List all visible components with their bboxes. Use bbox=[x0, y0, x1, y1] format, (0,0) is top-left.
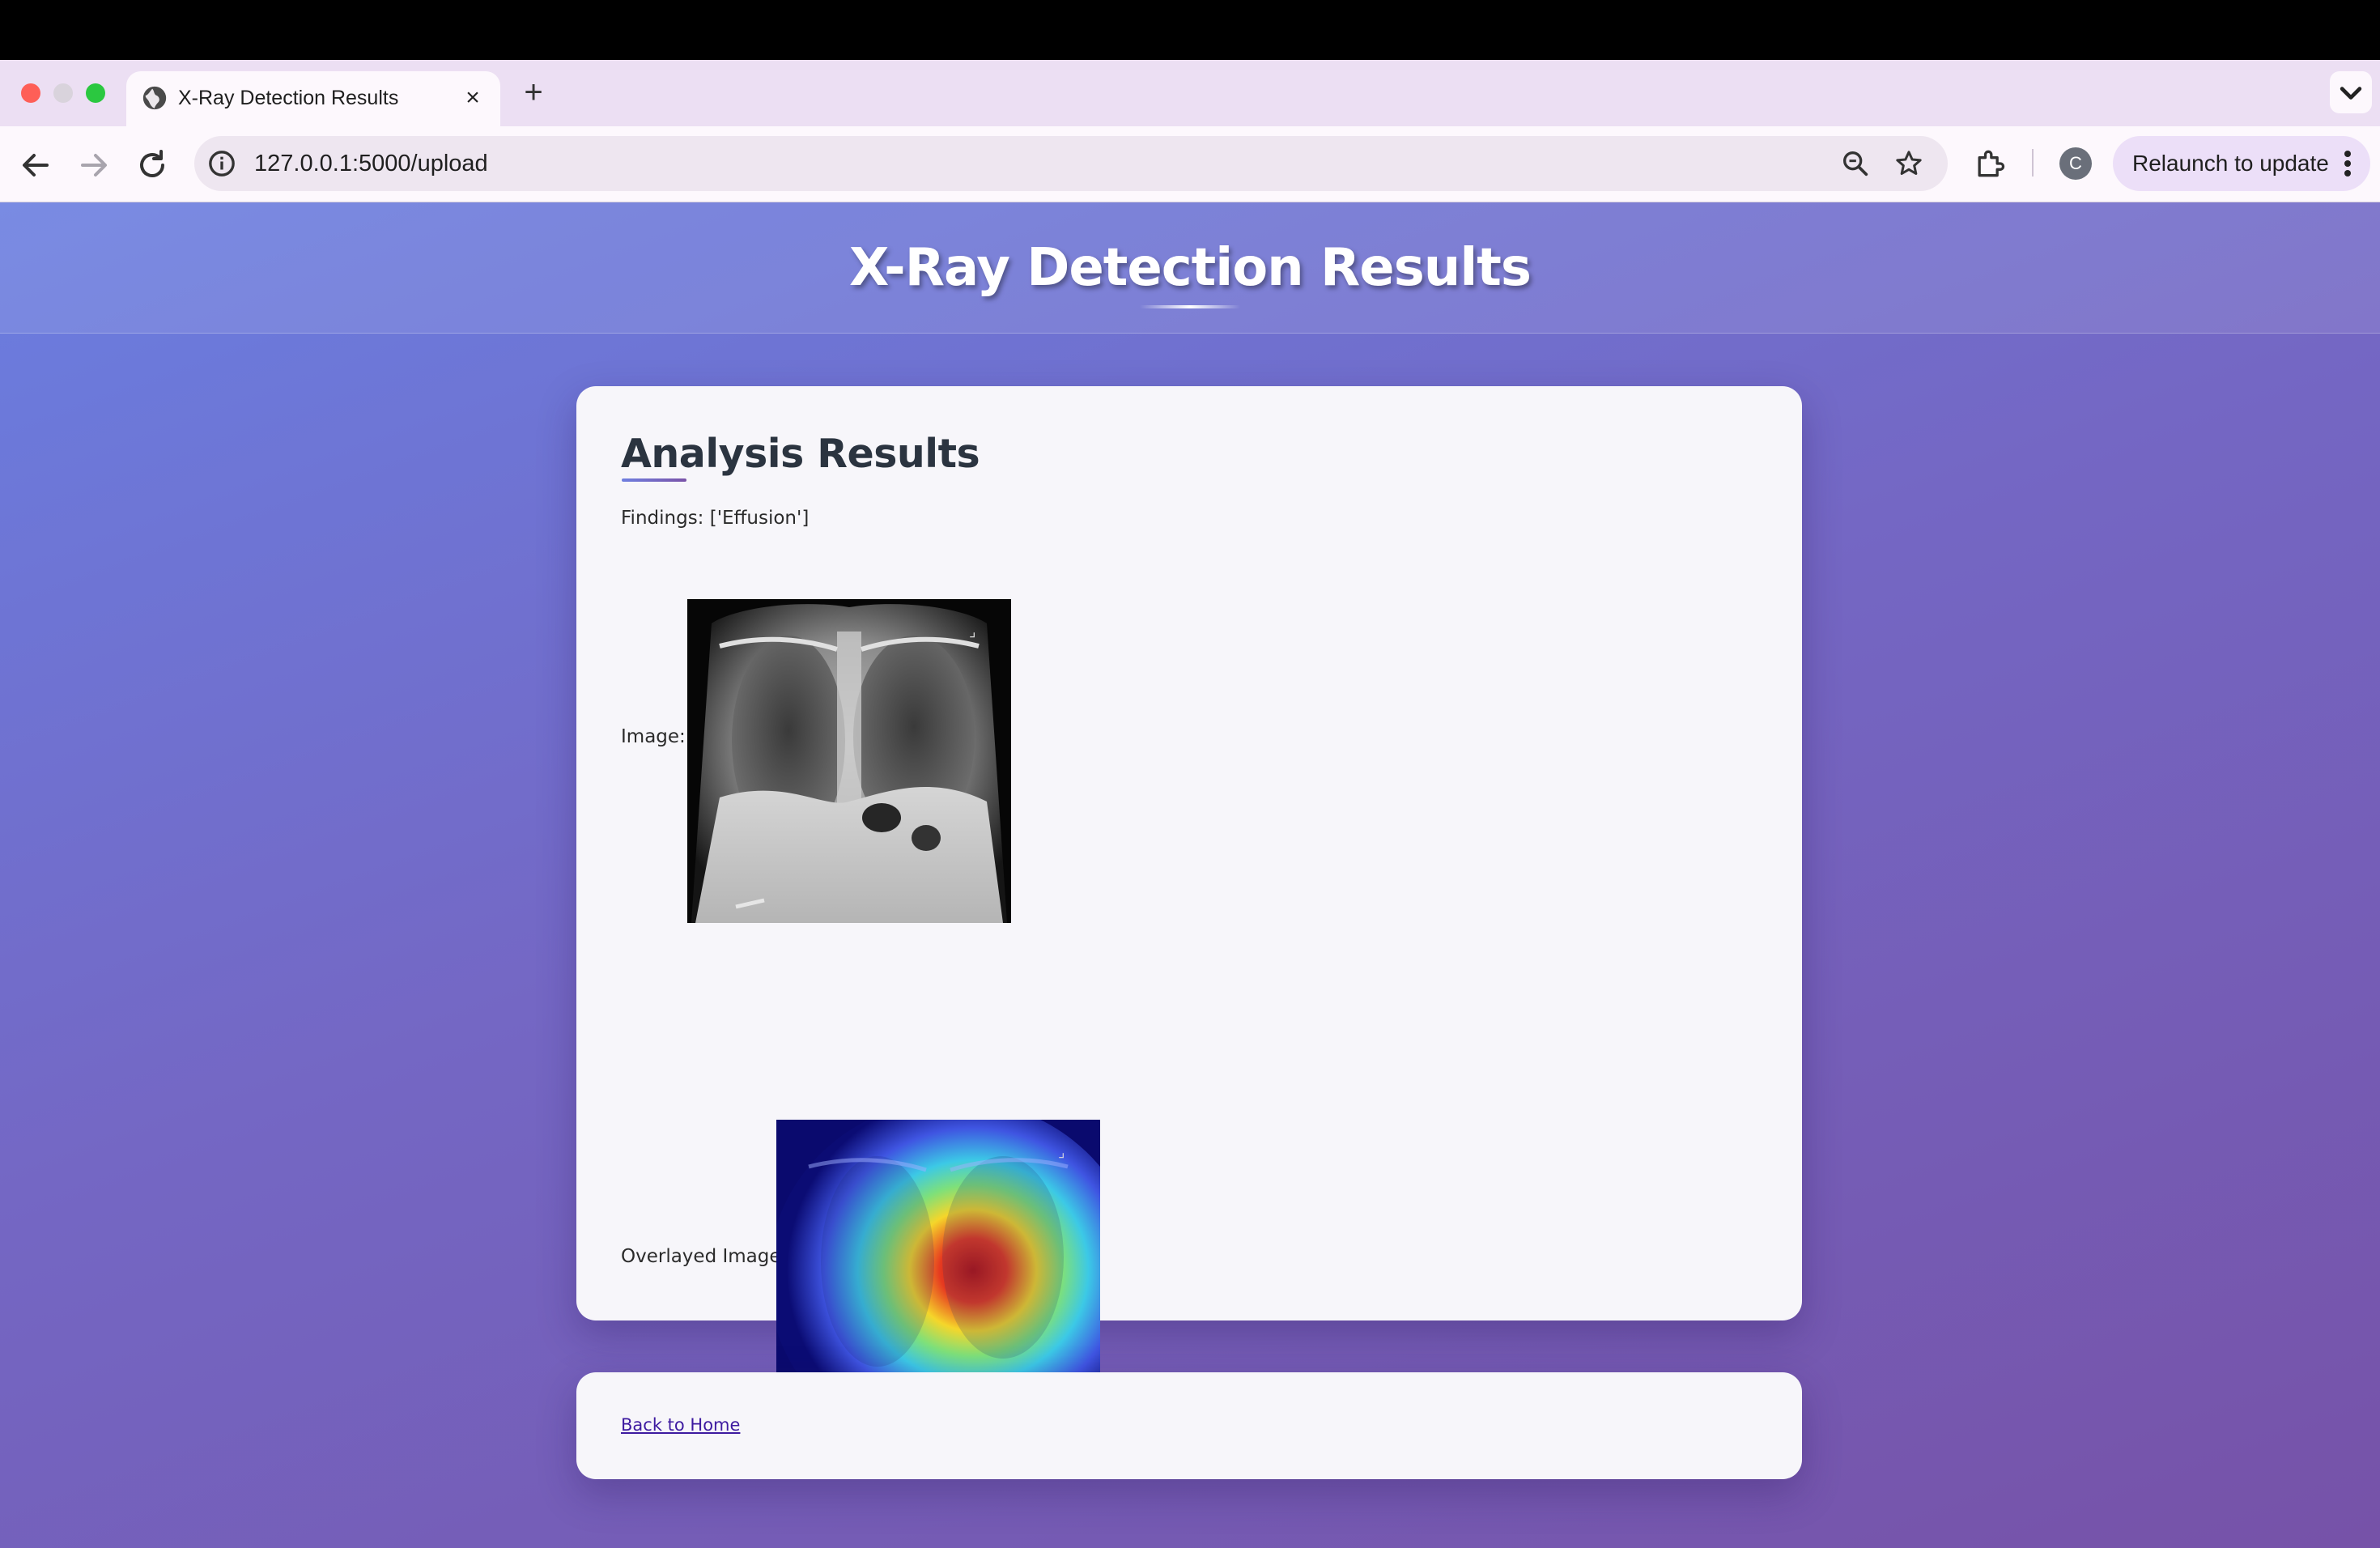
star-icon[interactable] bbox=[1893, 147, 1925, 180]
forward-arrow-icon[interactable] bbox=[74, 146, 113, 185]
url-text[interactable]: 127.0.0.1:5000/upload bbox=[254, 146, 488, 181]
avatar[interactable]: C bbox=[2059, 147, 2092, 180]
globe-icon bbox=[142, 86, 167, 110]
tab-title: X-Ray Detection Results bbox=[178, 87, 399, 109]
results-card: Analysis Results Findings: ['Effusion'] … bbox=[576, 386, 1802, 1444]
title-underline bbox=[1140, 305, 1240, 308]
xray-image: ⌟ bbox=[687, 599, 1011, 923]
results-heading: Analysis Results bbox=[621, 431, 980, 477]
svg-text:⌟: ⌟ bbox=[969, 623, 975, 640]
close-icon[interactable]: × bbox=[458, 83, 487, 113]
page-viewport: X-Ray Detection Results Analysis Results… bbox=[0, 202, 2380, 1548]
chevron-down-icon bbox=[2340, 87, 2362, 100]
toolbar-separator bbox=[2032, 149, 2034, 176]
plus-icon[interactable]: + bbox=[516, 76, 550, 110]
extensions-icon[interactable] bbox=[1972, 146, 2008, 181]
svg-text:⌟: ⌟ bbox=[1058, 1144, 1065, 1161]
address-bar[interactable]: 127.0.0.1:5000/upload bbox=[194, 136, 1948, 191]
heading-underline bbox=[622, 478, 686, 482]
zoom-icon[interactable] bbox=[1839, 147, 1872, 180]
more-vert-icon[interactable] bbox=[2340, 147, 2356, 180]
back-arrow-icon[interactable] bbox=[16, 146, 55, 185]
site-header: X-Ray Detection Results bbox=[0, 202, 2380, 334]
findings-text: Findings: ['Effusion'] bbox=[621, 508, 810, 529]
window-close-button[interactable] bbox=[21, 83, 40, 103]
page-title: X-Ray Detection Results bbox=[849, 238, 1532, 298]
tab-search-button[interactable] bbox=[2330, 71, 2372, 113]
window-minimize-button[interactable] bbox=[53, 83, 73, 103]
top-black-strip bbox=[0, 0, 2380, 60]
relaunch-label: Relaunch to update bbox=[2132, 151, 2329, 176]
browser-tab-active[interactable]: X-Ray Detection Results × bbox=[126, 71, 500, 126]
info-icon[interactable] bbox=[206, 147, 238, 180]
footer-card: Back to Home bbox=[576, 1372, 1802, 1479]
image-label: Image: bbox=[621, 726, 686, 747]
window-maximize-button[interactable] bbox=[86, 83, 105, 103]
reload-icon[interactable] bbox=[133, 146, 172, 185]
back-to-home-link[interactable]: Back to Home bbox=[621, 1413, 740, 1437]
relaunch-button[interactable]: Relaunch to update bbox=[2113, 136, 2370, 191]
overlay-label: Overlayed Image: bbox=[621, 1246, 788, 1267]
